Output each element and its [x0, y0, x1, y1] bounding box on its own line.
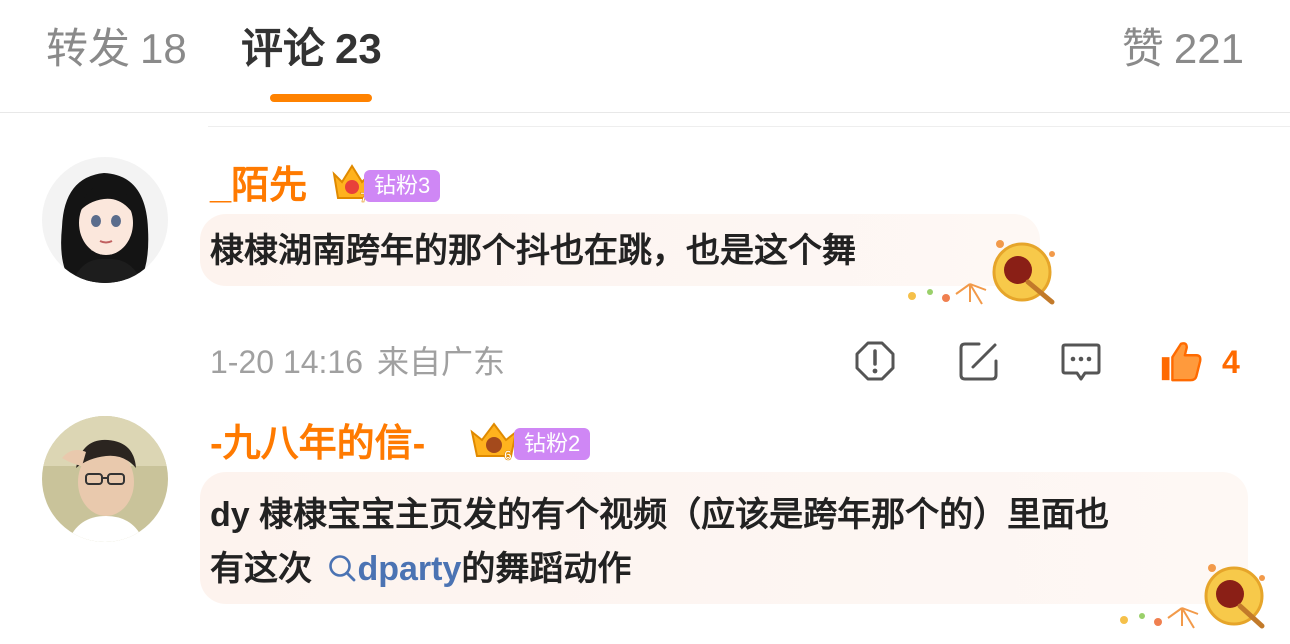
- crown-badge-icon: 6: [470, 422, 518, 463]
- avatar[interactable]: [42, 157, 168, 283]
- firework-sticker-icon: [1120, 564, 1265, 629]
- repost-button[interactable]: [956, 336, 1002, 386]
- like-count: 4: [1222, 344, 1240, 380]
- username[interactable]: _陌先: [210, 163, 307, 209]
- tab-like-count: 221: [1173, 25, 1244, 72]
- like-icon: [1161, 342, 1202, 382]
- firework-sticker-icon: [908, 240, 1055, 305]
- comment-meta: 1-20 14:16 来自广东: [210, 340, 505, 384]
- report-button[interactable]: [852, 336, 898, 386]
- badge-label: 钻粉2: [514, 428, 591, 460]
- fan-badge[interactable]: 7 钻粉3: [330, 160, 442, 206]
- search-icon: [329, 555, 356, 582]
- tab-repost-count: 18: [140, 25, 187, 72]
- comment-text-suffix: 的舞蹈动作: [461, 550, 632, 588]
- badge-label: 钻粉3: [364, 170, 441, 202]
- tab-repost-label: 转发: [46, 25, 131, 72]
- report-icon: [855, 341, 895, 381]
- hashtag-text: dparty: [357, 550, 462, 588]
- hashtag-link[interactable]: dparty: [327, 550, 461, 588]
- active-tab-indicator: [270, 94, 372, 102]
- like-button[interactable]: [1158, 336, 1204, 386]
- comment-text: dy 棣棣宝宝主页发的有个视频（应该是跨年那个的）里面也 有这次 dparty的…: [210, 488, 1109, 596]
- tab-like-label: 赞: [1121, 25, 1164, 72]
- divider: [208, 126, 1290, 127]
- tab-comment-label: 评论: [241, 25, 326, 72]
- comment-text-prefix: 有这次: [210, 550, 312, 588]
- reply-icon: [1061, 343, 1101, 381]
- tab-like[interactable]: 赞 221: [1122, 22, 1244, 76]
- tab-comment[interactable]: 评论 23: [241, 22, 382, 76]
- comment-location: 来自广东: [377, 344, 506, 380]
- tab-comment-count: 23: [335, 25, 382, 72]
- tab-repost[interactable]: 转发 18: [46, 22, 187, 76]
- comment-text-line: 有这次 dparty的舞蹈动作: [210, 542, 1109, 596]
- badge-level: 6: [504, 447, 512, 463]
- comment-text-line: dy 棣棣宝宝主页发的有个视频（应该是跨年那个的）里面也: [210, 496, 1110, 534]
- comment-tabs: 转发 18 评论 23 赞 221: [0, 0, 1290, 113]
- username[interactable]: -九八年的信-: [210, 421, 425, 467]
- avatar[interactable]: [42, 416, 168, 542]
- comment-time: 1-20 14:16: [210, 344, 364, 380]
- fan-badge[interactable]: 6 钻粉2: [468, 418, 598, 464]
- repost-icon: [959, 342, 998, 381]
- reply-button[interactable]: [1058, 336, 1104, 386]
- comment-text: 棣棣湖南跨年的那个抖也在跳，也是这个舞: [210, 232, 856, 270]
